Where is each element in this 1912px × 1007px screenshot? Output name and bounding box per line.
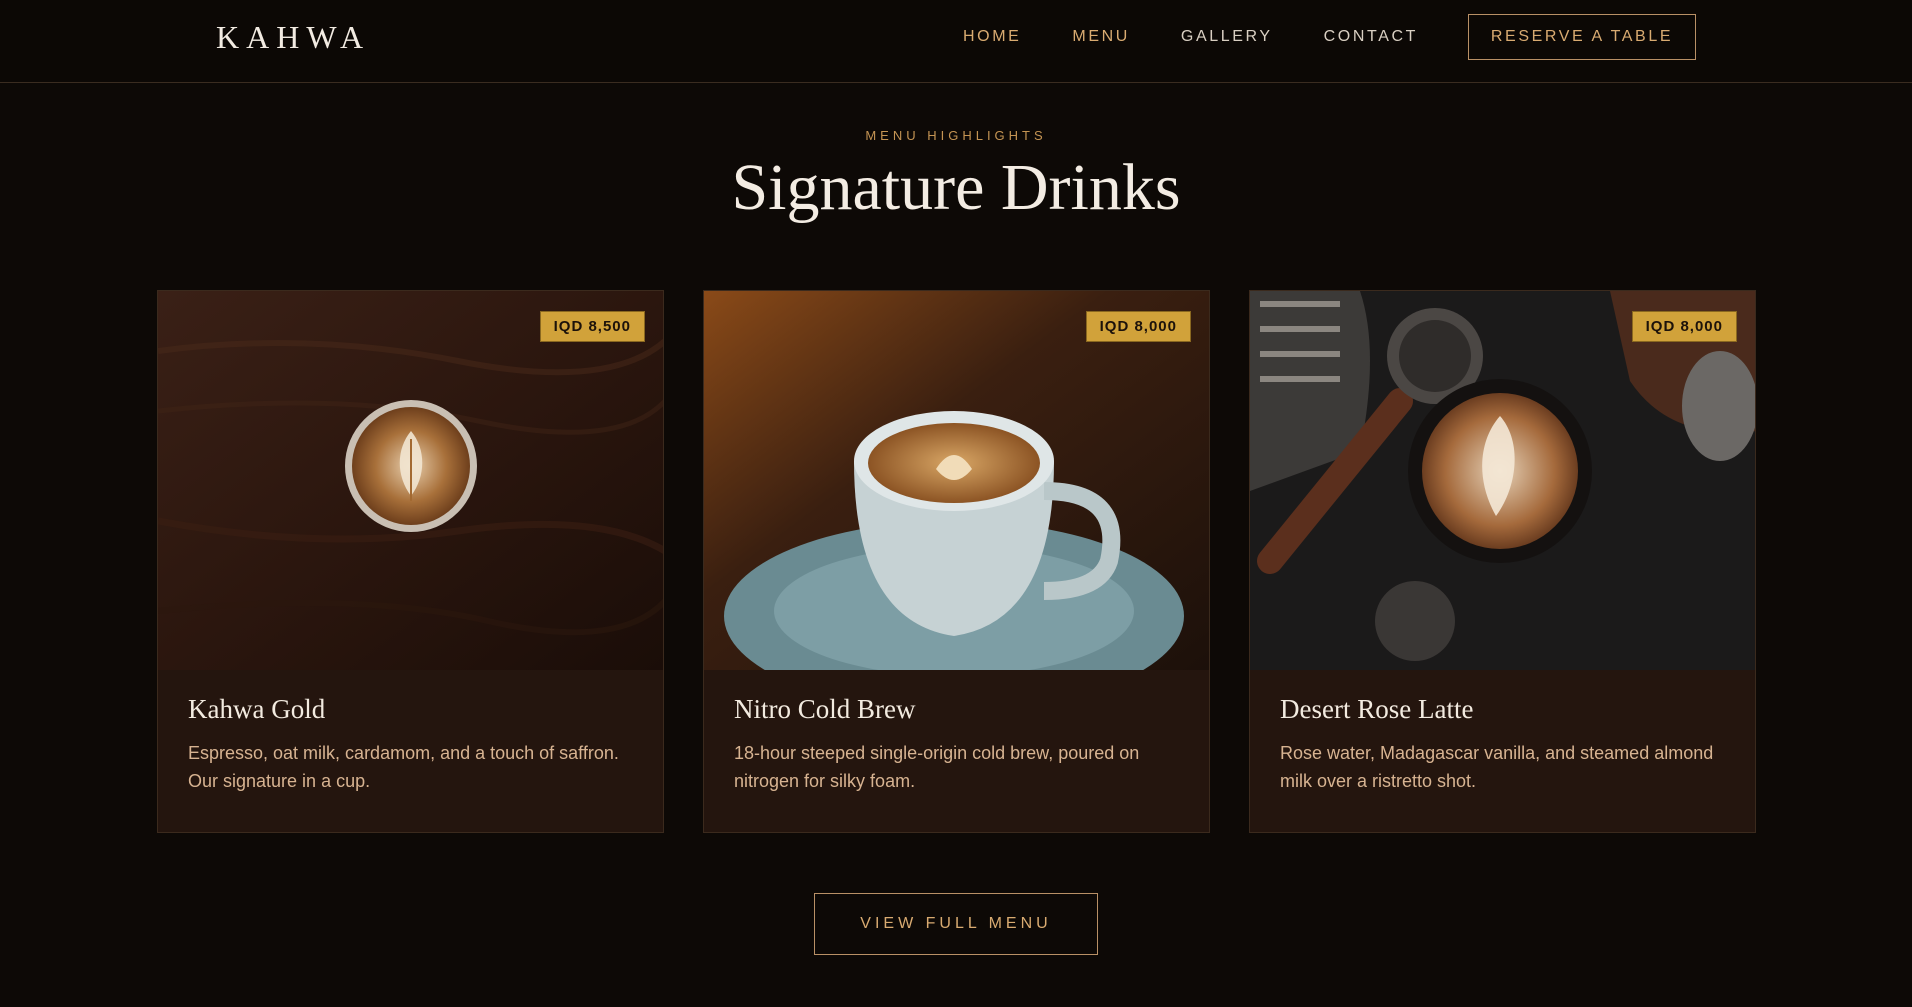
nav-contact-link[interactable]: CONTACT xyxy=(1324,26,1418,47)
nav-home-link[interactable]: HOME xyxy=(963,26,1021,47)
espresso-cup-image xyxy=(704,291,1209,670)
logo[interactable]: KAHWA xyxy=(216,19,370,56)
drink-description: 18-hour steeped single-origin cold brew,… xyxy=(734,743,1140,791)
drink-name: Desert Rose Latte xyxy=(1280,694,1474,724)
drink-description: Espresso, oat milk, cardamom, and a touc… xyxy=(188,743,619,791)
main-nav: HOME MENU GALLERY CONTACT xyxy=(963,26,1469,47)
drink-card[interactable]: IQD 8,500 Kahwa Gold Espresso, oat milk,… xyxy=(157,290,664,833)
drink-card[interactable]: IQD 8,000 Desert Rose Latte Rose water, … xyxy=(1249,290,1756,833)
drink-description: Rose water, Madagascar vanilla, and stea… xyxy=(1280,743,1714,791)
drink-card[interactable]: IQD 8,000 Nitro Cold Brew 18-hour steepe… xyxy=(703,290,1210,833)
section-eyebrow: MENU HIGHLIGHTS xyxy=(865,128,1047,143)
price-badge: IQD 8,500 xyxy=(539,311,645,342)
site-header: KAHWA HOME MENU GALLERY CONTACT RESERVE … xyxy=(0,0,1912,83)
latte-on-wood-image xyxy=(158,291,663,670)
section-title: Signature Drinks xyxy=(731,151,1181,224)
drink-photo: IQD 8,500 xyxy=(158,291,663,670)
drink-name: Kahwa Gold xyxy=(188,694,326,724)
price-badge: IQD 8,000 xyxy=(1085,311,1191,342)
drink-photo: IQD 8,000 xyxy=(1250,291,1755,670)
drink-name: Nitro Cold Brew xyxy=(734,694,916,724)
latte-and-portafilter-image xyxy=(1250,291,1755,670)
price-badge: IQD 8,000 xyxy=(1631,311,1737,342)
reserve-table-button[interactable]: RESERVE A TABLE xyxy=(1468,14,1696,60)
nav-gallery-link[interactable]: GALLERY xyxy=(1181,26,1273,47)
view-full-menu-button[interactable]: VIEW FULL MENU xyxy=(814,893,1098,955)
drink-photo: IQD 8,000 xyxy=(704,291,1209,670)
nav-menu-link[interactable]: MENU xyxy=(1072,26,1130,47)
